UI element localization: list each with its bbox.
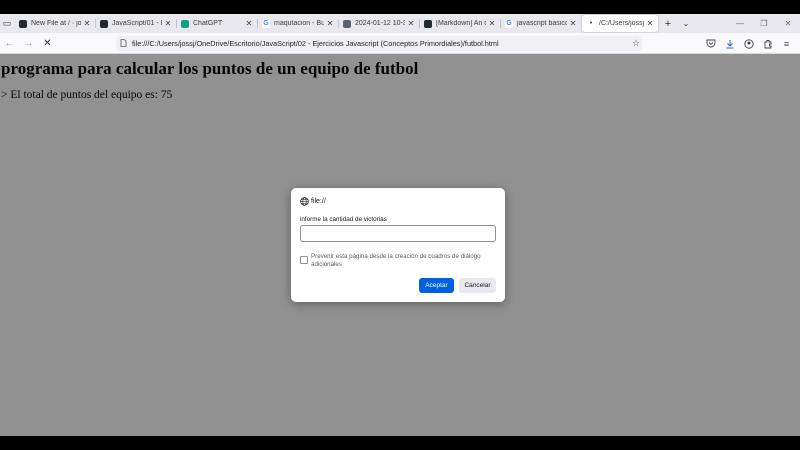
address-bar[interactable]: file:///C:/Users/jossj/OneDrive/Escritor… <box>116 36 642 51</box>
cancel-button[interactable]: Cancelar <box>459 278 496 293</box>
google-icon: G <box>505 19 513 28</box>
chatgpt-icon <box>181 19 189 28</box>
image-icon <box>343 19 351 28</box>
screen-bottom-border <box>0 436 800 450</box>
dialog-origin: file:// <box>311 198 326 205</box>
minimize-icon[interactable]: — <box>728 14 752 33</box>
close-icon[interactable]: ✕ <box>83 19 91 28</box>
tab-title: javascript basico <box>517 20 567 27</box>
close-icon[interactable]: ✕ <box>646 19 654 28</box>
tab-title: ChatGPT <box>193 20 223 27</box>
toolbar-right: ≡ <box>701 35 796 52</box>
prompt-input[interactable] <box>300 225 496 242</box>
window-controls: — ❐ ✕ <box>728 14 800 33</box>
close-icon[interactable]: ✕ <box>326 19 334 28</box>
new-tab-button[interactable]: + <box>659 14 677 33</box>
tab-6[interactable]: [Markdown] An o ✕ <box>419 15 500 32</box>
back-arrow-icon[interactable]: ← <box>0 34 19 53</box>
github-icon <box>19 19 27 28</box>
forward-arrow-icon[interactable]: → <box>19 34 38 53</box>
bookmark-star-icon[interactable]: ☆ <box>630 38 642 49</box>
tab-title: 2024-01-12 10-32 <box>355 20 405 27</box>
tab-1[interactable]: New File at / · joss ✕ <box>14 15 95 32</box>
account-icon[interactable] <box>739 35 758 52</box>
close-icon[interactable]: ✕ <box>407 19 415 28</box>
tab-title: New File at / · joss <box>31 20 81 27</box>
tab-title: JavaScript/01 - Ba <box>112 20 162 27</box>
tab-4[interactable]: G maqutacion - Bus ✕ <box>257 15 338 32</box>
loading-dot-icon: • <box>589 20 593 27</box>
downloads-icon[interactable] <box>720 35 739 52</box>
navigation-bar: ← → ✕ file:///C:/Users/jossj/OneDrive/Es… <box>0 33 800 54</box>
menu-hamburger-icon[interactable]: ≡ <box>777 35 796 52</box>
dialog-message: informe la cantidad de victorias <box>300 216 387 223</box>
screen-top-border <box>0 0 800 14</box>
tab-8-active[interactable]: • /C:/Users/jossj/On ✕ <box>582 15 658 32</box>
tab-3[interactable]: ChatGPT ✕ <box>176 15 257 32</box>
github-icon <box>100 19 108 28</box>
close-icon[interactable]: ✕ <box>569 19 577 28</box>
prevent-dialogs-checkbox[interactable] <box>300 256 308 264</box>
pocket-icon[interactable] <box>701 35 720 52</box>
url-text[interactable]: file:///C:/Users/jossj/OneDrive/Escritor… <box>132 39 630 48</box>
close-icon[interactable]: ✕ <box>164 19 172 28</box>
file-icon <box>120 38 132 49</box>
github-icon <box>424 19 432 28</box>
window-close-icon[interactable]: ✕ <box>776 14 800 33</box>
tab-5[interactable]: 2024-01-12 10-32 ✕ <box>338 15 419 32</box>
restore-icon[interactable]: ❐ <box>752 14 776 33</box>
dialog-header: file:// <box>300 197 326 206</box>
prevent-dialogs-label[interactable]: Prevenir esta página desde la creación d… <box>311 253 491 269</box>
tab-7[interactable]: G javascript basico ✕ <box>500 15 581 32</box>
tab-title: /C:/Users/jossj/On <box>599 20 644 27</box>
extensions-icon[interactable] <box>758 35 777 52</box>
close-icon[interactable]: ✕ <box>245 19 253 28</box>
tab-strip: ▭ New File at / · joss ✕ JavaScript/01 -… <box>0 14 800 33</box>
tab-title: [Markdown] An o <box>436 20 486 27</box>
tab-title: maqutacion - Bus <box>274 20 324 27</box>
prompt-dialog: file:// informe la cantidad de victorias… <box>291 188 505 302</box>
close-icon[interactable]: ✕ <box>488 19 496 28</box>
accept-button[interactable]: Aceptar <box>419 278 454 293</box>
google-icon: G <box>262 19 270 28</box>
tab-2[interactable]: JavaScript/01 - Ba ✕ <box>95 15 176 32</box>
tab-list-icon[interactable]: ▭ <box>0 14 14 33</box>
globe-icon <box>300 197 309 206</box>
chevron-down-icon[interactable]: ⌄ <box>677 14 695 33</box>
stop-loading-icon[interactable]: ✕ <box>38 34 57 53</box>
